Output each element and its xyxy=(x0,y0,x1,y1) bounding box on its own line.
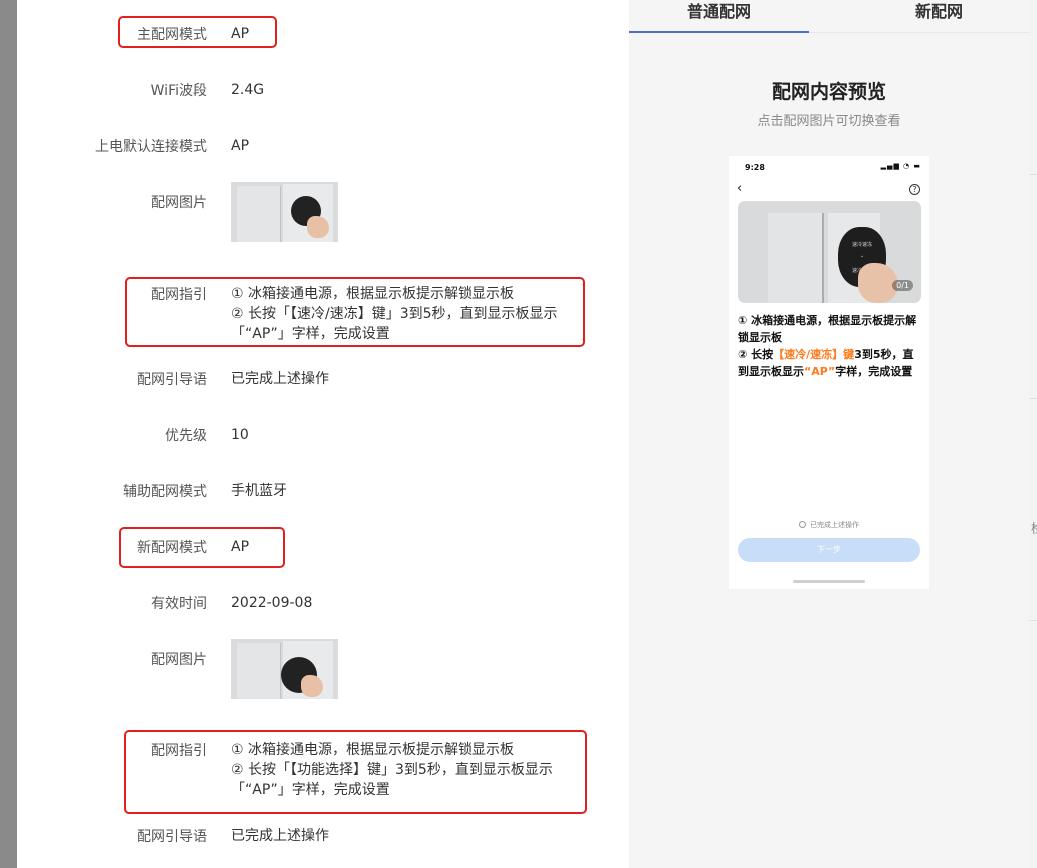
row-label: 配网图片 xyxy=(151,195,207,211)
fridge-image-thumbnail[interactable] xyxy=(231,639,338,699)
config-modal: 主配网模式 AP WiFi波段 2.4G 上电默认连接模式 AP 配网图片 配网… xyxy=(17,0,1029,868)
row-label: 优先级 xyxy=(165,428,207,444)
status-time: 9:28 xyxy=(745,163,765,172)
confirm-radio[interactable]: 已完成上述操作 xyxy=(729,520,929,530)
radio-label: 已完成上述操作 xyxy=(810,521,859,529)
phone-fridge-image[interactable]: 速冷速冻 ⌄ 速冷速冻 0/1 xyxy=(738,201,921,303)
fridge-door xyxy=(237,643,281,699)
row-value: 10 xyxy=(231,427,249,443)
status-icons: ▂▄▆ ◔ ▬ xyxy=(880,162,921,170)
highlight-box xyxy=(119,527,285,568)
panel-text-top: 速冷速冻 xyxy=(851,242,872,248)
row-label: 上电默认连接模式 xyxy=(95,139,207,155)
help-icon[interactable]: ? xyxy=(909,184,920,195)
fridge-image-thumbnail[interactable] xyxy=(231,182,338,242)
guide-line-2: ② 长按【速冷/速冻】键3到5秒，直到显示板显示“AP”字样，完成设置 xyxy=(738,346,921,380)
preview-title: 配网内容预览 xyxy=(771,81,886,103)
next-button[interactable]: 下一步 xyxy=(738,538,920,562)
guide-text: 字样，完成设置 xyxy=(835,365,913,378)
row-label: 有效时间 xyxy=(151,596,207,612)
back-icon[interactable]: ‹ xyxy=(737,182,742,196)
highlight-box xyxy=(118,16,277,48)
radio-circle-icon xyxy=(799,521,806,528)
backdrop-divider xyxy=(1029,174,1037,175)
preview-panel: 普通配网 新配网 配网内容预览 点击配网图片可切换查看 9:28 ▂▄▆ ◔ ▬… xyxy=(629,0,1029,868)
tab-new-config[interactable]: 新配网 xyxy=(849,0,1029,33)
backdrop-glyph: 检 xyxy=(1031,518,1037,537)
row-label: WiFi波段 xyxy=(150,83,207,99)
fridge-door xyxy=(768,213,824,303)
guide-key-highlight: 【速冷/速冻】键 xyxy=(773,348,855,361)
fridge-door xyxy=(237,186,281,242)
row-label: 配网图片 xyxy=(151,652,207,668)
backdrop-divider xyxy=(1029,398,1037,399)
row-label: 配网引导语 xyxy=(137,372,207,388)
preview-subtitle: 点击配网图片可切换查看 xyxy=(757,114,901,129)
phone-preview: 9:28 ▂▄▆ ◔ ▬ ‹ ? 速冷速冻 ⌄ 速冷速冻 0/1 ① 冰箱接通电… xyxy=(729,156,929,589)
highlight-box xyxy=(125,277,585,347)
highlight-box xyxy=(124,730,587,814)
row-value: 2.4G xyxy=(231,82,265,98)
guide-text: ② 长按 xyxy=(738,348,774,361)
hand xyxy=(307,216,329,238)
image-counter: 0/1 xyxy=(892,280,913,291)
home-indicator xyxy=(793,580,865,583)
row-value: 已完成上述操作 xyxy=(231,371,329,387)
backdrop-divider xyxy=(1029,620,1037,621)
panel-chevron-icon: ⌄ xyxy=(859,253,865,259)
config-detail-panel: 主配网模式 AP WiFi波段 2.4G 上电默认连接模式 AP 配网图片 配网… xyxy=(17,0,629,868)
row-value: AP xyxy=(231,138,250,154)
guide-ap-highlight: “AP” xyxy=(804,365,836,378)
guide-line-1: ① 冰箱接通电源，根据显示板提示解锁显示板 xyxy=(738,314,917,344)
row-value: 2022-09-08 xyxy=(231,595,313,611)
tab-normal-config[interactable]: 普通配网 xyxy=(629,0,809,33)
row-label: 配网引导语 xyxy=(137,829,207,845)
phone-guide-text: ① 冰箱接通电源，根据显示板提示解锁显示板 ② 长按【速冷/速冻】键3到5秒，直… xyxy=(738,312,921,380)
row-label: 辅助配网模式 xyxy=(123,484,207,500)
row-value: 手机蓝牙 xyxy=(231,483,287,499)
hand xyxy=(301,675,323,697)
tab-divider xyxy=(809,32,1029,33)
tab-bar: 普通配网 新配网 xyxy=(629,0,1029,34)
backdrop-right-strip: 检 xyxy=(1029,0,1037,868)
row-value: 已完成上述操作 xyxy=(231,828,329,844)
